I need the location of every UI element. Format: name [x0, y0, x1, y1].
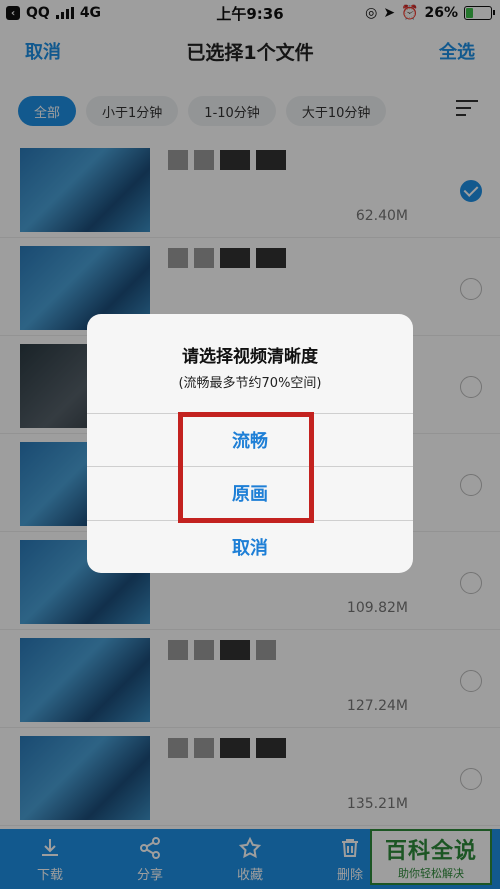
dialog-title: 请选择视频清晰度 [182, 347, 318, 367]
annotation-highlight-box [178, 412, 314, 523]
dialog-cancel-button[interactable]: 取消 [87, 520, 413, 573]
dialog-subtitle: (流畅最多节约70%空间) [178, 376, 322, 391]
